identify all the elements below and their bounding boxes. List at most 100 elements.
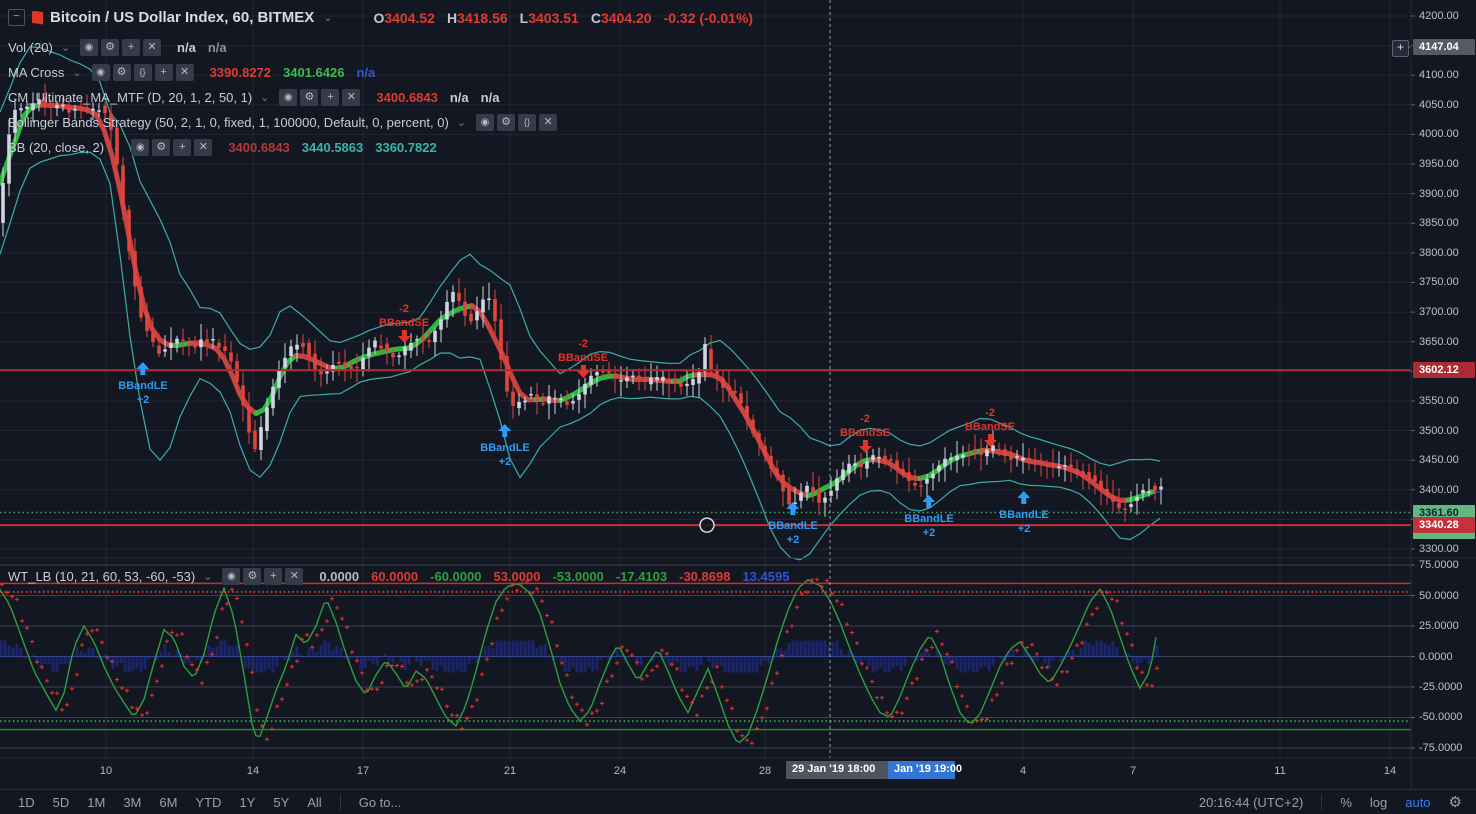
indicator-value: n/a <box>356 65 376 80</box>
toolbar-divider <box>1321 794 1323 810</box>
indicator-value: 3401.6426 <box>283 65 345 80</box>
oscillator-tick-label: -25.0000 <box>1419 680 1463 693</box>
axis-settings-gear-icon[interactable]: ⚙ <box>1449 793 1462 811</box>
range-button-1m[interactable]: 1M <box>87 795 105 810</box>
chevron-down-icon[interactable]: ⌄ <box>61 41 70 54</box>
ohlc-item: O3404.52 <box>373 9 435 26</box>
close-icon[interactable]: ✕ <box>342 89 361 106</box>
gear-icon[interactable]: ⚙ <box>152 139 171 156</box>
indicator-value: 3400.6843 <box>376 90 438 105</box>
indicator-value: 3390.8272 <box>209 65 272 80</box>
goto-button[interactable]: Go to... <box>359 795 402 810</box>
price-axis[interactable]: 4200.00 4100.00 4050.00 4000.00 3950.00 3900.… <box>1412 0 1476 788</box>
log-scale-button[interactable]: log <box>1370 795 1387 810</box>
close-icon[interactable]: ✕ <box>539 114 558 131</box>
range-button-1y[interactable]: 1Y <box>239 795 255 810</box>
indicator-title[interactable]: Vol (20) <box>8 40 53 55</box>
range-button-5y[interactable]: 5Y <box>273 795 289 810</box>
close-icon[interactable]: ✕ <box>194 139 213 156</box>
time-axis[interactable]: 10 14 17 21 24 28 4 7 11 14 29 Jan '19 18:00 Jan '1… <box>0 758 1410 788</box>
plus-icon[interactable]: + <box>122 39 141 56</box>
eye-icon[interactable]: ◉ <box>80 39 99 56</box>
range-button-3m[interactable]: 3M <box>123 795 141 810</box>
symbol-title[interactable]: Bitcoin / US Dollar Index, 60, BITMEX <box>50 9 314 26</box>
eye-icon[interactable]: ◉ <box>131 139 150 156</box>
price-label: 3602.12 <box>1413 362 1475 379</box>
range-button-ytd[interactable]: YTD <box>195 795 221 810</box>
close-icon[interactable]: ✕ <box>175 64 194 81</box>
price-tick-label: 3800.00 <box>1419 246 1459 259</box>
plus-icon[interactable]: + <box>173 139 192 156</box>
add-alert-plus-icon[interactable]: + <box>1392 40 1409 57</box>
indicator-value: 0.0000 <box>319 569 360 584</box>
braces-icon[interactable]: {} <box>133 64 152 81</box>
indicator-title[interactable]: Bollinger Bands Strategy (50, 2, 1, 0, f… <box>8 115 449 130</box>
close-icon[interactable]: ✕ <box>285 568 304 585</box>
chevron-down-icon[interactable]: ⌄ <box>112 141 121 154</box>
chevron-down-icon[interactable]: ⌄ <box>203 570 212 583</box>
braces-icon[interactable]: {} <box>518 114 537 131</box>
chevron-down-icon[interactable]: ⌄ <box>457 116 466 129</box>
eye-icon[interactable]: ◉ <box>476 114 495 131</box>
price-label: 3340.28 <box>1413 517 1475 534</box>
oscillator-tick-label: -75.0000 <box>1419 741 1463 754</box>
indicator-row-vol: Vol (20) ⌄ ◉ ⚙ + ✕ n/a n/a <box>8 39 227 56</box>
gear-icon[interactable]: ⚙ <box>112 64 131 81</box>
time-tick-label: 10 <box>99 765 113 777</box>
symbol-logo-icon <box>32 10 43 25</box>
indicator-row-cm-ultimate: CM_Ultimate_MA_MTF (D, 20, 1, 2, 50, 1) ⌄… <box>8 89 499 106</box>
crosshair-time-label: 29 Jan '19 18:00 <box>786 761 888 779</box>
price-tick-label: 3850.00 <box>1419 217 1459 230</box>
indicator-value: n/a <box>480 90 500 105</box>
gear-icon[interactable]: ⚙ <box>101 39 120 56</box>
indicator-controls: ◉ ⚙ + ✕ <box>222 568 304 585</box>
range-button-all[interactable]: All <box>307 795 321 810</box>
auto-scale-button[interactable]: auto <box>1405 795 1430 810</box>
range-button-6m[interactable]: 6M <box>159 795 177 810</box>
time-tick-label: 11 <box>1274 765 1286 777</box>
price-tick-label: 3550.00 <box>1419 394 1459 407</box>
ohlc-item: C3404.20 <box>590 9 652 26</box>
indicator-value: 60.0000 <box>371 569 419 584</box>
range-button-1d[interactable]: 1D <box>18 795 35 810</box>
toolbar-right: 20:16:44 (UTC+2) % log auto ⚙ <box>1199 793 1462 811</box>
indicator-value: 53.0000 <box>493 569 541 584</box>
indicator-title[interactable]: CM_Ultimate_MA_MTF (D, 20, 1, 2, 50, 1) <box>8 90 252 105</box>
price-tick-label: 3750.00 <box>1419 276 1459 289</box>
plus-icon[interactable]: + <box>321 89 340 106</box>
eye-icon[interactable]: ◉ <box>222 568 241 585</box>
eye-icon[interactable]: ◉ <box>279 89 298 106</box>
price-tick-label: 3700.00 <box>1419 306 1459 319</box>
percent-scale-button[interactable]: % <box>1340 795 1352 810</box>
goto-time-label: Jan '19 19:00 <box>888 761 962 779</box>
gear-icon[interactable]: ⚙ <box>497 114 516 131</box>
chart-header: − Bitcoin / US Dollar Index, 60, BITMEX … <box>8 9 753 26</box>
clock[interactable]: 20:16:44 (UTC+2) <box>1199 795 1303 810</box>
indicator-title[interactable]: MA Cross <box>8 65 64 80</box>
plus-icon[interactable]: + <box>264 568 283 585</box>
gear-icon[interactable]: ⚙ <box>300 89 319 106</box>
indicator-title[interactable]: WT_LB (10, 21, 60, 53, -60, -53) <box>8 569 195 584</box>
eye-icon[interactable]: ◉ <box>91 64 110 81</box>
time-tick-label: 7 <box>1129 765 1137 777</box>
indicator-value: -30.8698 <box>679 569 731 584</box>
price-tick-label: 3400.00 <box>1419 483 1459 496</box>
chevron-down-icon[interactable]: ⌄ <box>260 91 269 104</box>
price-tick-label: 3650.00 <box>1419 335 1459 348</box>
oscillator-tick-label: 75.0000 <box>1419 559 1459 572</box>
chevron-down-icon[interactable]: ⌄ <box>323 11 332 24</box>
close-icon[interactable]: ✕ <box>143 39 162 56</box>
range-button-5d[interactable]: 5D <box>53 795 70 810</box>
time-tick-label: 24 <box>613 765 627 777</box>
ohlc-item: H3418.56 <box>446 9 508 26</box>
collapse-pane-icon[interactable]: − <box>8 9 25 26</box>
indicator-title[interactable]: BB (20, close, 2) <box>8 140 104 155</box>
price-tick-label: 3500.00 <box>1419 424 1459 437</box>
time-tick-label: 14 <box>1383 765 1397 777</box>
indicator-value: 3400.6843 <box>228 140 290 155</box>
chevron-down-icon[interactable]: ⌄ <box>72 66 81 79</box>
gear-icon[interactable]: ⚙ <box>243 568 262 585</box>
indicator-row-ma-cross: MA Cross ⌄ ◉ ⚙{} + ✕ 3390.8272 3401.6426 n/a <box>8 64 375 81</box>
ohlc-values: O3404.52 H3418.56 L3403.51 C3404.20 -0.32 (-… <box>373 10 753 26</box>
plus-icon[interactable]: + <box>154 64 173 81</box>
